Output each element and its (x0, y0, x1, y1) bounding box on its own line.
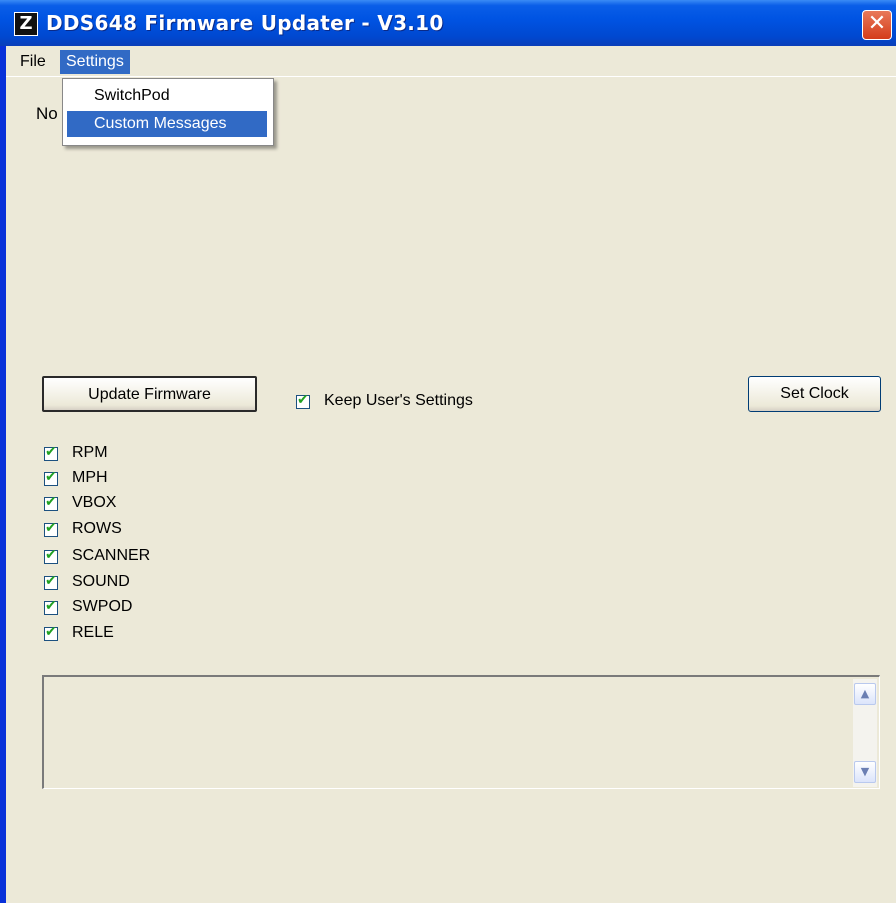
menu-item-custom-messages[interactable]: Custom Messages (67, 111, 267, 137)
rows-label: ROWS (72, 520, 122, 537)
update-firmware-button[interactable]: Update Firmware (42, 376, 257, 412)
app-logo-icon: Z (14, 12, 38, 36)
scroll-down-icon[interactable]: ▼ (854, 761, 876, 783)
mph-label: MPH (72, 469, 108, 486)
vbox-checkbox[interactable] (44, 494, 58, 511)
vbox-label: VBOX (72, 494, 117, 511)
menu-item-switchpod[interactable]: SwitchPod (67, 83, 267, 109)
scroll-up-icon[interactable]: ▲ (854, 683, 876, 705)
menu-settings[interactable]: Settings (60, 50, 130, 74)
scanner-label: SCANNER (72, 547, 151, 564)
swpod-label: SWPOD (72, 598, 133, 615)
rpm-checkbox[interactable] (44, 444, 58, 461)
rele-label: RELE (72, 624, 114, 641)
log-textarea[interactable]: ▲ ▼ (42, 675, 880, 789)
set-clock-button[interactable]: Set Clock (748, 376, 881, 412)
keep-settings-checkbox[interactable] (296, 392, 310, 409)
swpod-checkbox[interactable] (44, 598, 58, 615)
close-button[interactable]: ✕ (862, 10, 892, 40)
menu-file[interactable]: File (14, 50, 52, 74)
settings-dropdown: SwitchPod Custom Messages (62, 78, 274, 146)
rows-checkbox[interactable] (44, 520, 58, 537)
rpm-label: RPM (72, 444, 108, 461)
scanner-checkbox[interactable] (44, 547, 58, 564)
log-scrollbar[interactable]: ▲ ▼ (853, 679, 877, 787)
main-window: Z DDS648 Firmware Updater - V3.10 ✕ File… (0, 0, 896, 903)
mph-checkbox[interactable] (44, 469, 58, 486)
title-bar[interactable]: Z DDS648 Firmware Updater - V3.10 ✕ (0, 0, 896, 46)
window-title: DDS648 Firmware Updater - V3.10 (46, 11, 444, 35)
sound-checkbox[interactable] (44, 573, 58, 590)
sound-label: SOUND (72, 573, 130, 590)
keep-settings-label: Keep User's Settings (324, 392, 473, 409)
menu-bar: File Settings (6, 46, 896, 77)
status-label: No (36, 104, 58, 123)
rele-checkbox[interactable] (44, 624, 58, 641)
